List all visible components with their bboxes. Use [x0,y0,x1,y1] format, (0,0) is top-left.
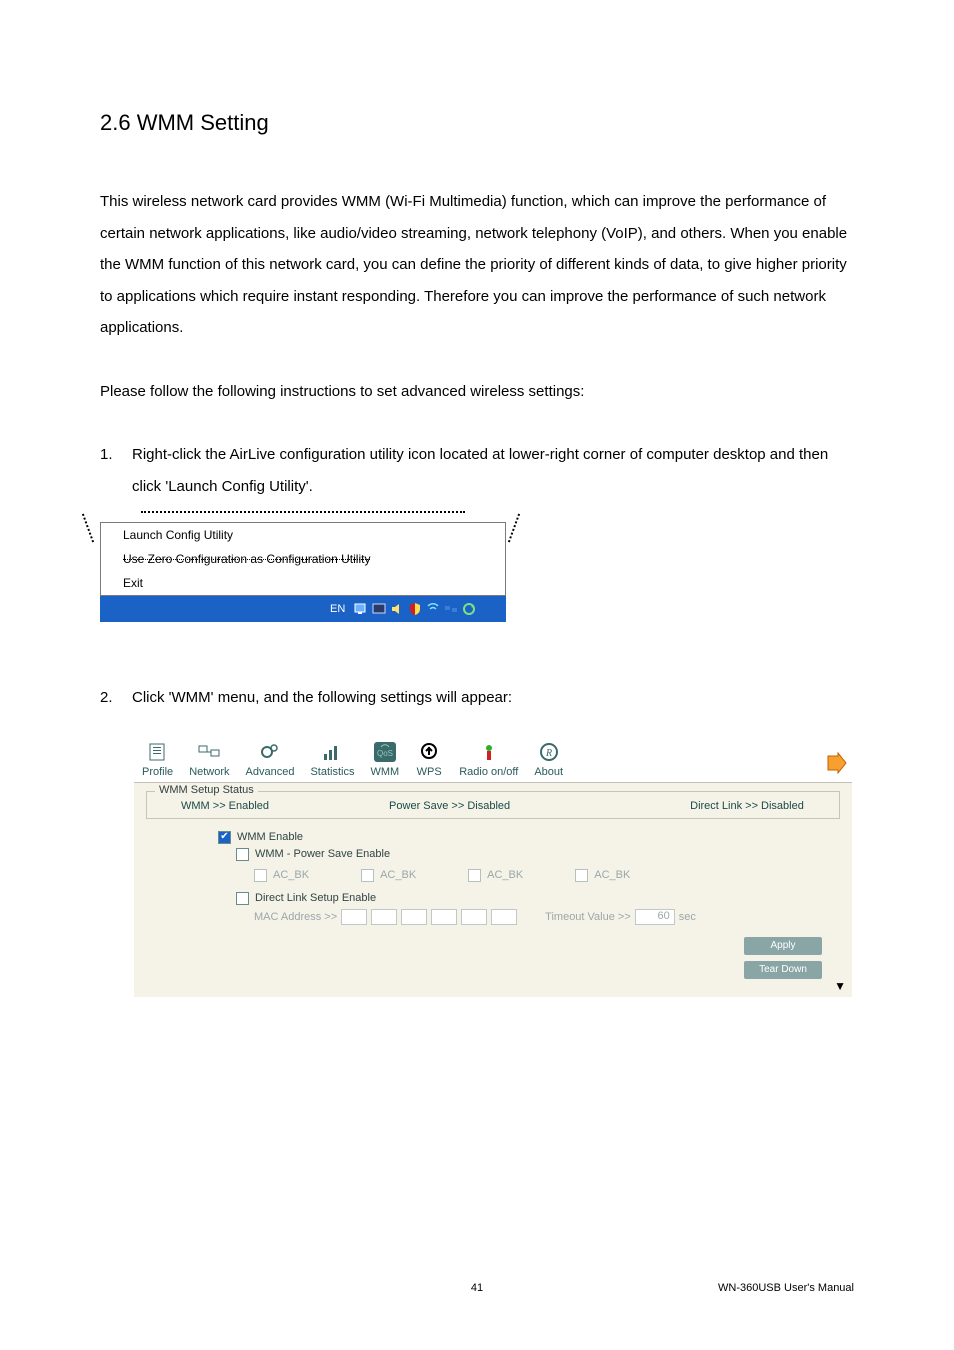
tab-wmm[interactable]: QoS WMM [362,740,407,782]
checkbox-ac-bk-4 [575,869,588,882]
svg-text:QoS: QoS [377,749,393,758]
tab-label: Profile [142,766,173,778]
checkbox-wmm-enable[interactable]: ✔ [218,831,231,844]
tab-label: Network [189,766,229,778]
checkbox-ac-bk-1 [254,869,267,882]
tab-network[interactable]: Network [181,740,237,782]
step-1-text: Right-click the AirLive configuration ut… [132,439,854,502]
label-timeout-unit: sec [679,911,696,923]
mac-field-5 [461,909,487,925]
tray-network-icon [443,601,459,617]
wps-icon [415,740,443,764]
tab-wps[interactable]: WPS [407,740,451,782]
group-title: WMM Setup Status [155,784,258,796]
ctx-exit[interactable]: Exit [101,571,505,595]
label-ac-3: AC_BK [487,869,523,881]
section-heading: 2.6 WMM Setting [100,110,854,136]
tab-advanced[interactable]: Advanced [238,740,303,782]
step-2-text: Click 'WMM' menu, and the following sett… [132,682,854,714]
teardown-button[interactable]: Tear Down [744,961,822,979]
mac-field-6 [491,909,517,925]
paragraph-instruction: Please follow the following instructions… [100,376,854,408]
tray-display-icon [371,601,387,617]
tab-label: Advanced [246,766,295,778]
tab-bar: Profile Network Advanced Statistics [134,734,852,782]
lang-indicator: EN [330,603,345,615]
mac-field-1 [341,909,367,925]
tab-label: WMM [370,766,399,778]
checkbox-powersave-enable[interactable] [236,848,249,861]
paragraph-intro: This wireless network card provides WMM … [100,186,854,344]
taskbar: EN [100,596,506,622]
context-menu-figure: Launch Config Utility Use Zero Configura… [100,522,854,622]
manual-title: WN-360USB User's Manual [718,1282,854,1294]
step-1-number: 1. [100,439,132,502]
label-ac-1: AC_BK [273,869,309,881]
label-timeout: Timeout Value >> [545,911,631,923]
next-arrow-icon[interactable] [826,752,848,774]
wmm-form: ✔ WMM Enable WMM - Power Save Enable AC_… [134,825,852,931]
ctx-zero-config[interactable]: Use Zero Configuration as Configuration … [101,547,505,571]
tab-profile[interactable]: Profile [134,740,181,782]
chart-icon [318,740,346,764]
about-icon: R [535,740,563,764]
checkbox-ac-bk-3 [468,869,481,882]
apply-button[interactable]: Apply [744,937,822,955]
tray-wifi-icon [425,601,441,617]
tab-label: About [534,766,563,778]
step-1: 1. Right-click the AirLive configuration… [100,439,854,502]
tab-label: Statistics [310,766,354,778]
network-icon [195,740,223,764]
wmm-window: Profile Network Advanced Statistics [134,734,852,997]
label-ac-2: AC_BK [380,869,416,881]
wmm-status-group: WMM Setup Status WMM >> Enabled Power Sa… [146,791,840,819]
mac-field-3 [401,909,427,925]
status-wmm: WMM >> Enabled [181,800,269,812]
tray-refresh-icon [461,601,477,617]
gear-icon [256,740,284,764]
label-wmm-enable: WMM Enable [237,831,303,843]
profile-icon [144,740,172,764]
mac-field-2 [371,909,397,925]
mac-field-4 [431,909,457,925]
tab-label: WPS [417,766,442,778]
context-menu: Launch Config Utility Use Zero Configura… [100,522,506,596]
qos-icon: QoS [371,740,399,764]
step-2: 2. Click 'WMM' menu, and the following s… [100,682,854,714]
label-directlink-enable: Direct Link Setup Enable [255,892,376,904]
ctx-launch-config[interactable]: Launch Config Utility [101,523,505,547]
tab-radio[interactable]: Radio on/off [451,740,526,782]
timeout-field: 60 [635,909,675,925]
collapse-arrow-icon[interactable]: ▼ [134,979,852,993]
wmm-panel: WMM Setup Status WMM >> Enabled Power Sa… [134,782,852,997]
tray-shield-icon [407,601,423,617]
label-ac-4: AC_BK [594,869,630,881]
page-footer: 41 WN-360USB User's Manual [100,1282,854,1294]
checkbox-ac-bk-2 [361,869,374,882]
label-powersave-enable: WMM - Power Save Enable [255,848,390,860]
radio-icon [475,740,503,764]
label-mac-address: MAC Address >> [254,911,337,923]
tab-label: Radio on/off [459,766,518,778]
step-2-number: 2. [100,682,132,714]
tray-sound-icon [389,601,405,617]
checkbox-directlink-enable[interactable] [236,892,249,905]
tray-monitor-icon [353,601,369,617]
svg-text:R: R [545,748,552,759]
status-directlink: Direct Link >> Disabled [690,800,804,812]
tab-about[interactable]: R About [526,740,571,782]
tab-statistics[interactable]: Statistics [302,740,362,782]
status-powersave: Power Save >> Disabled [389,800,510,812]
